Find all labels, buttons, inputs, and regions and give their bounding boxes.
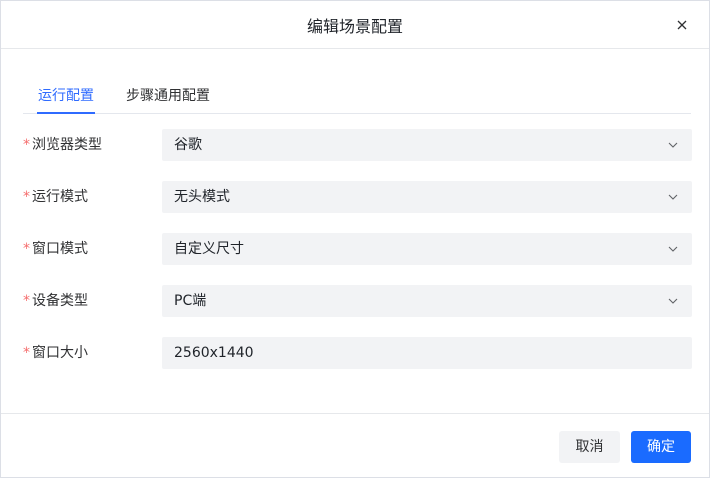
form-row-device-type: * 设备类型 PC端 [23,285,692,317]
window-size-value: 2560x1440 [174,345,254,361]
chevron-down-icon [668,298,678,304]
close-icon [677,20,687,30]
window-mode-label: * 窗口模式 [23,241,88,257]
chevron-down-icon [668,142,678,148]
active-tab-indicator [37,112,95,114]
required-mark: * [23,137,30,153]
footer-divider [1,413,709,414]
edit-scene-config-dialog: 编辑场景配置 运行配置 步骤通用配置 * 浏览器类型 谷歌 * 运行模式 无头模式 … [0,0,710,478]
dialog-title: 编辑场景配置 [306,16,403,36]
chevron-down-icon [668,194,678,200]
device-type-value: PC端 [174,293,207,309]
run-mode-label: * 运行模式 [23,189,88,205]
window-mode-value: 自定义尺寸 [174,241,244,257]
form-row-browser-type: * 浏览器类型 谷歌 [23,129,692,161]
form-row-window-size: * 窗口大小 2560x1440 [23,337,692,369]
browser-type-value: 谷歌 [174,137,202,153]
form-row-window-mode: * 窗口模式 自定义尺寸 [23,233,692,265]
cancel-button[interactable]: 取消 [559,431,620,463]
run-mode-value: 无头模式 [174,189,230,205]
window-size-label: * 窗口大小 [23,345,88,361]
confirm-button[interactable]: 确定 [631,431,691,463]
required-mark: * [23,241,30,257]
run-mode-select[interactable]: 无头模式 [162,181,692,213]
required-mark: * [23,189,30,205]
tab-step-common-config[interactable]: 步骤通用配置 [126,85,210,105]
config-tabs: 运行配置 步骤通用配置 [23,77,691,114]
window-mode-select[interactable]: 自定义尺寸 [162,233,692,265]
dialog-header: 编辑场景配置 [1,1,709,49]
window-size-input[interactable]: 2560x1440 [162,337,692,369]
close-button[interactable] [673,16,691,34]
device-type-label: * 设备类型 [23,293,88,309]
tab-run-config[interactable]: 运行配置 [38,85,94,105]
chevron-down-icon [668,246,678,252]
browser-type-label: * 浏览器类型 [23,137,102,153]
required-mark: * [23,293,30,309]
required-mark: * [23,345,30,361]
device-type-select[interactable]: PC端 [162,285,692,317]
form-row-run-mode: * 运行模式 无头模式 [23,181,692,213]
browser-type-select[interactable]: 谷歌 [162,129,692,161]
